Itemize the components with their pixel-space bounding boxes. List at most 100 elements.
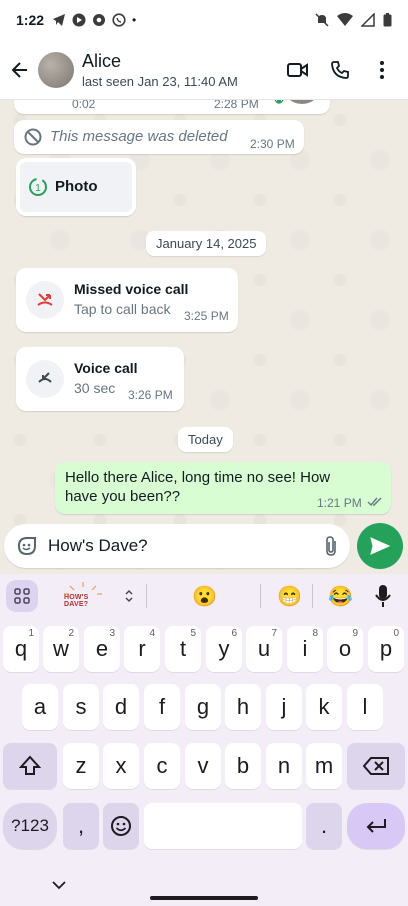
- video-call-icon: [287, 62, 308, 77]
- key-d[interactable]: d: [103, 684, 139, 730]
- more-options-button[interactable]: [364, 52, 400, 88]
- contact-info[interactable]: Alice last seen Jan 23, 11:40 AM: [82, 51, 274, 89]
- key-s[interactable]: s: [63, 684, 99, 730]
- expand-suggestions-icon[interactable]: [124, 588, 134, 604]
- home-indicator[interactable]: [150, 896, 258, 900]
- key-k[interactable]: k: [306, 684, 342, 730]
- chevron-down-icon[interactable]: [52, 880, 66, 890]
- period-key[interactable]: .: [306, 803, 342, 849]
- missed-call-icon: [37, 293, 53, 306]
- key-x[interactable]: x: [103, 743, 139, 789]
- voice-message-bubble[interactable]: 0:02 2:28 PM: [14, 100, 330, 114]
- backspace-icon: [363, 757, 389, 775]
- chat-header: Alice last seen Jan 23, 11:40 AM: [0, 40, 408, 100]
- key-m[interactable]: m: [306, 743, 342, 789]
- emoji-suggestion[interactable]: 😂: [328, 584, 353, 609]
- signal-icon: [361, 13, 375, 27]
- key-n[interactable]: n: [266, 743, 302, 789]
- photo-label: Photo: [55, 178, 98, 195]
- comma-key[interactable]: ,: [63, 803, 99, 849]
- keyboard-apps-button[interactable]: [6, 580, 38, 612]
- keyboard-toolbar: HOW'S DAVE? 😮 😁 😂: [0, 574, 408, 618]
- sticker-icon[interactable]: [16, 535, 38, 557]
- key-q[interactable]: q1: [3, 626, 39, 672]
- date-separator-today: Today: [178, 427, 233, 452]
- key-label: c: [156, 753, 168, 778]
- key-l[interactable]: l: [347, 684, 383, 730]
- key-label: j: [281, 694, 287, 719]
- key-g[interactable]: g: [185, 684, 221, 730]
- key-f[interactable]: f: [144, 684, 180, 730]
- key-label: l: [362, 694, 368, 719]
- emoji-icon: [111, 816, 131, 836]
- voice-call-bubble[interactable]: Voice call 30 sec 3:26 PM: [16, 347, 184, 411]
- missed-call-bubble[interactable]: Missed voice call Tap to call back 3:25 …: [16, 268, 238, 332]
- deleted-text: This message was deleted: [50, 128, 228, 145]
- key-a[interactable]: a: [22, 684, 58, 730]
- key-r[interactable]: r4: [124, 626, 160, 672]
- sticker-suggestion[interactable]: HOW'S DAVE?: [60, 580, 106, 612]
- send-button[interactable]: [357, 523, 403, 569]
- enter-key[interactable]: [347, 803, 405, 849]
- voice-input-button[interactable]: [374, 584, 392, 613]
- key-p[interactable]: p0: [368, 626, 404, 672]
- missed-call-subtitle: Tap to call back: [74, 301, 171, 317]
- toolbar-divider: [260, 584, 261, 608]
- read-receipt-icon: [367, 497, 382, 507]
- status-bar: 1:22 •: [0, 0, 408, 40]
- key-y[interactable]: y6: [206, 626, 242, 672]
- key-label: x: [115, 753, 127, 778]
- notification-icons: •: [52, 13, 136, 27]
- key-h[interactable]: h: [225, 684, 261, 730]
- space-key[interactable]: [144, 803, 302, 849]
- message-input[interactable]: How's Dave?: [48, 536, 324, 556]
- message-time: 3:26 PM: [128, 388, 173, 402]
- key-label: h: [236, 694, 250, 719]
- key-j[interactable]: j: [266, 684, 302, 730]
- emoji-suggestion[interactable]: 😁: [277, 584, 302, 609]
- key-b[interactable]: b: [225, 743, 261, 789]
- voice-call-button[interactable]: [322, 52, 358, 88]
- contact-avatar[interactable]: [38, 51, 74, 88]
- attach-icon[interactable]: [324, 535, 338, 557]
- incoming-call-icon: [38, 372, 52, 383]
- emoji-key[interactable]: [103, 803, 139, 849]
- last-seen-status: last seen Jan 23, 11:40 AM: [82, 73, 238, 89]
- voice-call-title: Voice call: [74, 360, 138, 376]
- key-o[interactable]: o9: [327, 626, 363, 672]
- key-i[interactable]: i8: [287, 626, 323, 672]
- svg-text:1: 1: [35, 183, 41, 194]
- key-label: q: [14, 636, 28, 661]
- back-button[interactable]: [8, 58, 32, 82]
- key-v[interactable]: v: [185, 743, 221, 789]
- deleted-message-bubble[interactable]: This message was deleted 2:30 PM: [14, 120, 304, 154]
- key-z[interactable]: z: [63, 743, 99, 789]
- key-label: b: [236, 753, 250, 778]
- shift-key[interactable]: [3, 743, 57, 789]
- telegram-icon: [53, 14, 66, 26]
- backspace-key[interactable]: [347, 743, 405, 789]
- key-label: n: [277, 753, 291, 778]
- message-time: 2:28 PM: [214, 100, 259, 111]
- more-vert-icon: [380, 60, 384, 79]
- symbols-key[interactable]: ?123: [3, 803, 57, 849]
- video-call-button[interactable]: [280, 52, 316, 88]
- key-e[interactable]: e3: [84, 626, 120, 672]
- settings-gear-icon: [93, 14, 106, 26]
- message-input-pill[interactable]: How's Dave?: [4, 524, 350, 568]
- key-c[interactable]: c: [144, 743, 180, 789]
- back-arrow-icon: [11, 61, 27, 78]
- key-t[interactable]: t5: [165, 626, 201, 672]
- key-label: w: [53, 636, 69, 661]
- view-once-photo-bubble[interactable]: 1 Photo: [16, 158, 136, 216]
- sender-avatar: [282, 100, 322, 104]
- key-label: r: [138, 636, 146, 661]
- enter-icon: [366, 819, 386, 833]
- key-w[interactable]: w2: [43, 626, 79, 672]
- emoji-suggestion[interactable]: 😮: [192, 584, 217, 609]
- chat-area[interactable]: 0:02 2:28 PM This message was deleted 2:…: [0, 100, 408, 570]
- outgoing-message-bubble[interactable]: Hello there Alice, long time no see! How…: [55, 462, 391, 514]
- key-label: u: [257, 636, 271, 661]
- key-number: 9: [352, 628, 358, 639]
- key-u[interactable]: u7: [246, 626, 282, 672]
